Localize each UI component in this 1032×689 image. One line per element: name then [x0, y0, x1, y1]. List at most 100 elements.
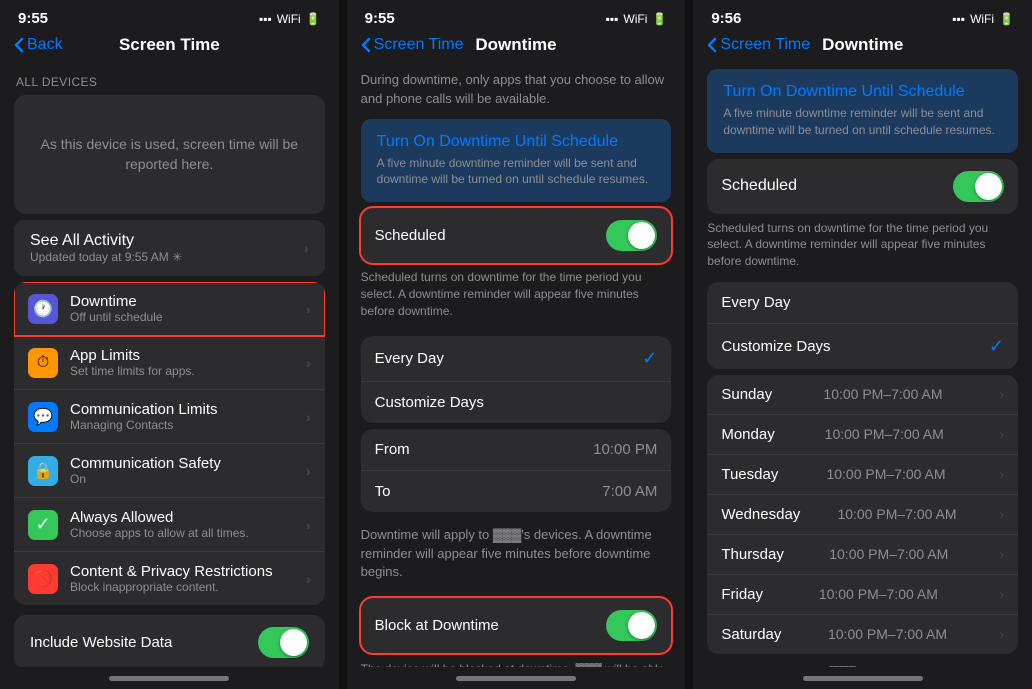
p3-monday-value: 10:00 PM–7:00 AM: [825, 426, 944, 442]
include-website-toggle[interactable]: [258, 627, 309, 658]
include-website-toggle-row[interactable]: Include Website Data: [14, 615, 325, 667]
p3-saturday-label: Saturday: [721, 626, 781, 643]
nav-title-3: Downtime: [822, 35, 903, 55]
p3-customize-days-check-icon: ✓: [989, 336, 1004, 357]
p3-days-card: Sunday 10:00 PM–7:00 AM › Monday 10:00 P…: [707, 375, 1018, 654]
every-day-check-icon: ✓: [642, 348, 657, 369]
turn-on-downtime-sub: A five minute downtime reminder will be …: [377, 155, 656, 189]
comm-limits-text: Communication Limits Managing Contacts: [70, 401, 306, 432]
from-row[interactable]: From 10:00 PM: [361, 429, 672, 471]
to-label: To: [375, 483, 391, 500]
scheduled-row[interactable]: Scheduled: [361, 208, 672, 263]
p3-sunday-value: 10:00 PM–7:00 AM: [823, 386, 942, 402]
panel3-content: Turn On Downtime Until Schedule A five m…: [693, 63, 1032, 667]
downtime-icon: 🕐: [28, 294, 58, 324]
menu-item-content-privacy[interactable]: 🚫 Content & Privacy Restrictions Block i…: [14, 552, 325, 605]
back-button-1[interactable]: Back: [14, 36, 63, 54]
scheduled-toggle[interactable]: [606, 220, 657, 251]
p3-days-choice-card: Every Day Customize Days ✓: [707, 282, 1018, 369]
p3-scheduled-toggle[interactable]: [953, 171, 1004, 202]
nav-title-1: Screen Time: [119, 35, 220, 55]
p3-sunday-label: Sunday: [721, 386, 772, 403]
p3-every-day-label: Every Day: [721, 294, 790, 311]
battery-icon-2: 🔋: [652, 12, 667, 26]
p3-saturday-chevron-icon: ›: [1000, 627, 1004, 642]
signal-icon-2: ▪▪▪: [606, 12, 619, 26]
p3-saturday-value: 10:00 PM–7:00 AM: [828, 626, 947, 642]
block-at-downtime-toggle[interactable]: [606, 610, 657, 641]
see-all-text: See All Activity Updated today at 9:55 A…: [30, 232, 182, 264]
home-bar-3: [803, 676, 923, 681]
p3-monday-chevron-icon: ›: [1000, 427, 1004, 442]
p3-tuesday-row[interactable]: Tuesday 10:00 PM–7:00 AM ›: [707, 455, 1018, 495]
comm-safety-chevron-icon: ›: [306, 463, 311, 479]
content-privacy-icon: 🚫: [28, 564, 58, 594]
p3-customize-days-label: Customize Days: [721, 338, 830, 355]
customize-days-row[interactable]: Customize Days: [361, 382, 672, 423]
section-label-1: ALL DEVICES: [0, 63, 339, 95]
menu-item-comm-limits[interactable]: 💬 Communication Limits Managing Contacts…: [14, 390, 325, 444]
p3-sunday-chevron-icon: ›: [1000, 387, 1004, 402]
activity-spinner-icon: ✳: [172, 250, 182, 264]
p3-turn-on-downtime-button[interactable]: Turn On Downtime Until Schedule A five m…: [707, 69, 1018, 153]
status-bar-1: 9:55 ▪▪▪ WiFi 🔋: [0, 0, 339, 31]
p3-monday-label: Monday: [721, 426, 774, 443]
to-row[interactable]: To 7:00 AM: [361, 471, 672, 512]
home-indicator-1: [0, 667, 339, 689]
block-at-downtime-row[interactable]: Block at Downtime: [361, 598, 672, 653]
block-at-downtime-label: Block at Downtime: [375, 617, 499, 634]
status-icons-3: ▪▪▪ WiFi 🔋: [952, 12, 1014, 26]
p3-friday-row[interactable]: Friday 10:00 PM–7:00 AM ›: [707, 575, 1018, 615]
comm-safety-icon: 🔒: [28, 456, 58, 486]
p3-every-day-row[interactable]: Every Day: [707, 282, 1018, 324]
p3-scheduled-row[interactable]: Scheduled: [707, 159, 1018, 214]
menu-item-always-allowed[interactable]: ✓ Always Allowed Choose apps to allow at…: [14, 498, 325, 552]
p3-thursday-chevron-icon: ›: [1000, 547, 1004, 562]
see-all-chevron-icon: ›: [304, 240, 309, 256]
days-card: Every Day ✓ Customize Days: [361, 336, 672, 423]
menu-item-downtime[interactable]: 🕐 Downtime Off until schedule ›: [14, 282, 325, 336]
p3-thursday-row[interactable]: Thursday 10:00 PM–7:00 AM ›: [707, 535, 1018, 575]
app-limits-chevron-icon: ›: [306, 355, 311, 371]
divider-2: [685, 0, 693, 689]
downtime-text: Downtime Off until schedule: [70, 293, 306, 324]
content-privacy-chevron-icon: ›: [306, 571, 311, 587]
always-allowed-label: Always Allowed: [70, 509, 306, 526]
p3-monday-row[interactable]: Monday 10:00 PM–7:00 AM ›: [707, 415, 1018, 455]
p3-wednesday-chevron-icon: ›: [1000, 507, 1004, 522]
every-day-label: Every Day: [375, 350, 444, 367]
status-time-2: 9:55: [365, 10, 395, 27]
content-privacy-sublabel: Block inappropriate content.: [70, 580, 306, 594]
panel-downtime: 9:55 ▪▪▪ WiFi 🔋 Screen Time Downtime Dur…: [347, 0, 686, 689]
p3-thursday-value: 10:00 PM–7:00 AM: [829, 546, 948, 562]
home-indicator-3: [693, 667, 1032, 689]
back-button-2[interactable]: Screen Time: [361, 36, 464, 54]
content-privacy-text: Content & Privacy Restrictions Block ina…: [70, 563, 306, 594]
always-allowed-icon: ✓: [28, 510, 58, 540]
p3-turn-on-sub: A five minute downtime reminder will be …: [723, 105, 1002, 139]
comm-safety-text: Communication Safety On: [70, 455, 306, 486]
p3-downtime-note: Downtime will apply to ▓▓▓'s devices. A …: [693, 660, 1032, 667]
p3-friday-chevron-icon: ›: [1000, 587, 1004, 602]
p3-wednesday-row[interactable]: Wednesday 10:00 PM–7:00 AM ›: [707, 495, 1018, 535]
status-bar-2: 9:55 ▪▪▪ WiFi 🔋: [347, 0, 686, 31]
p3-customize-days-row[interactable]: Customize Days ✓: [707, 324, 1018, 369]
p3-sunday-row[interactable]: Sunday 10:00 PM–7:00 AM ›: [707, 375, 1018, 415]
every-day-row[interactable]: Every Day ✓: [361, 336, 672, 382]
p3-saturday-row[interactable]: Saturday 10:00 PM–7:00 AM ›: [707, 615, 1018, 654]
battery-icon-3: 🔋: [999, 12, 1014, 26]
signal-icon-3: ▪▪▪: [952, 12, 965, 26]
turn-on-downtime-button[interactable]: Turn On Downtime Until Schedule A five m…: [361, 119, 672, 203]
always-allowed-text: Always Allowed Choose apps to allow at a…: [70, 509, 306, 540]
menu-item-comm-safety[interactable]: 🔒 Communication Safety On ›: [14, 444, 325, 498]
scheduled-label: Scheduled: [375, 227, 446, 244]
status-time-3: 9:56: [711, 10, 741, 27]
see-all-activity-row[interactable]: See All Activity Updated today at 9:55 A…: [14, 220, 325, 276]
back-button-3[interactable]: Screen Time: [707, 36, 810, 54]
p3-tuesday-chevron-icon: ›: [1000, 467, 1004, 482]
menu-item-app-limits[interactable]: ⏱ App Limits Set time limits for apps. ›: [14, 336, 325, 390]
p3-turn-on-label: Turn On Downtime Until Schedule: [723, 83, 1002, 101]
app-limits-label: App Limits: [70, 347, 306, 364]
comm-safety-sublabel: On: [70, 472, 306, 486]
always-allowed-sublabel: Choose apps to allow at all times.: [70, 526, 306, 540]
